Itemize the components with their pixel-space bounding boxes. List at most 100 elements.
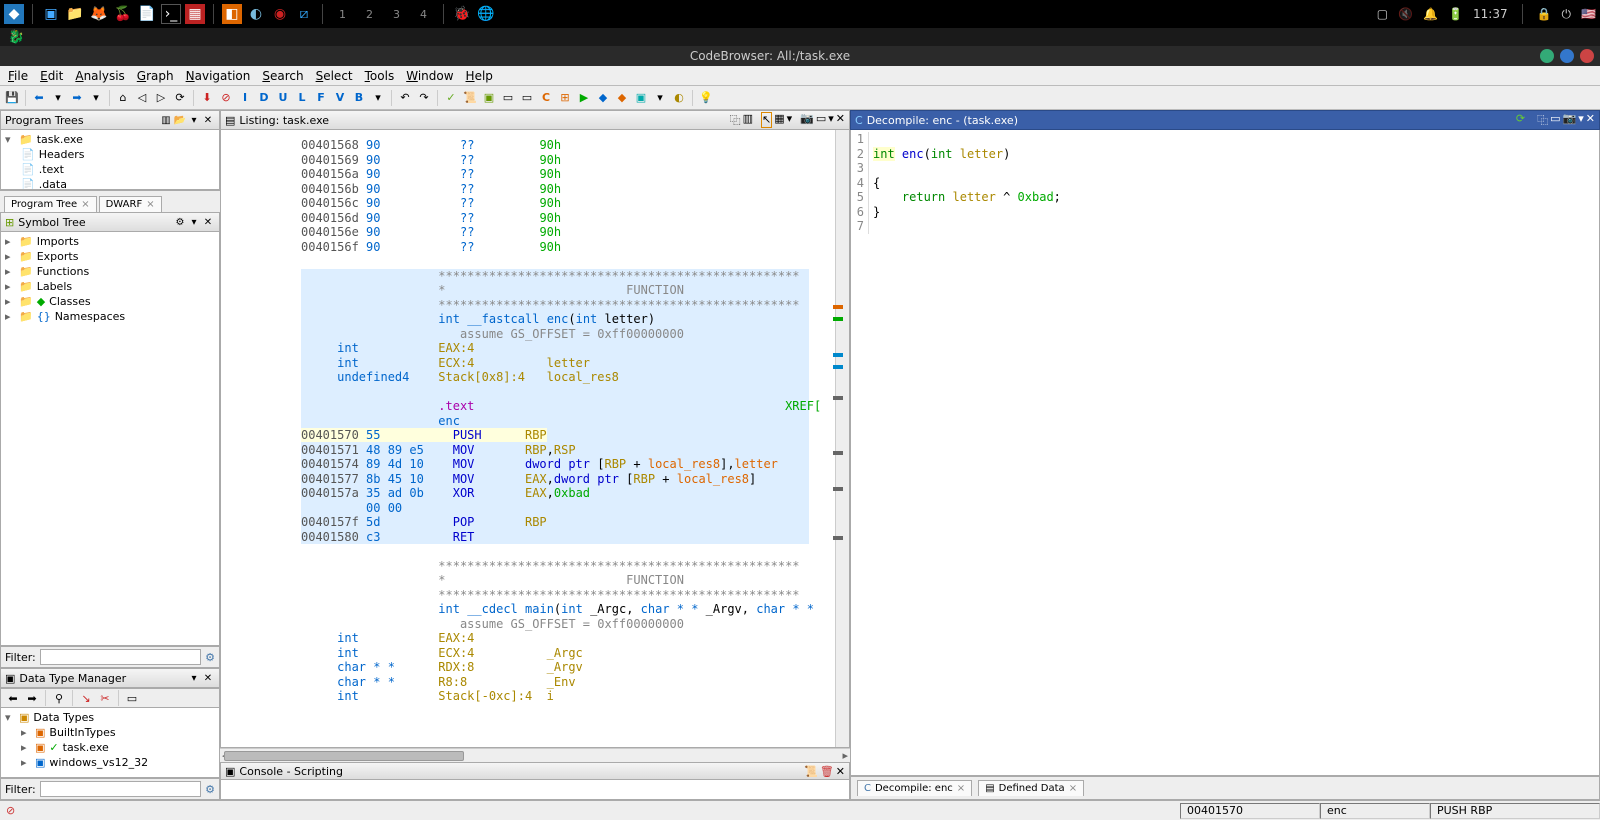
- diamond-icon[interactable]: ◆: [595, 90, 611, 106]
- menu-navigation[interactable]: Navigation: [186, 69, 251, 83]
- term2-icon[interactable]: ›_: [161, 4, 181, 24]
- dec-i3[interactable]: ▭: [1550, 112, 1560, 128]
- minimize-button[interactable]: [1540, 49, 1554, 63]
- dec-cam-icon[interactable]: 📷: [1563, 112, 1577, 128]
- close-icon[interactable]: ×: [146, 199, 154, 210]
- close-button[interactable]: [1580, 49, 1594, 63]
- down-icon[interactable]: ⬇: [199, 90, 215, 106]
- l-icon[interactable]: L: [294, 90, 310, 106]
- win2-icon[interactable]: ▭: [519, 90, 535, 106]
- cf-icon[interactable]: C: [538, 90, 554, 106]
- tab-dwarf[interactable]: DWARF×: [99, 196, 162, 212]
- close-icon[interactable]: ×: [81, 199, 89, 210]
- cyan-icon[interactable]: ▣: [633, 90, 649, 106]
- menu-search[interactable]: Search: [262, 69, 303, 83]
- u-icon[interactable]: U: [275, 90, 291, 106]
- prev-icon[interactable]: ◁: [134, 90, 150, 106]
- console-body[interactable]: [220, 780, 850, 800]
- back-menu-icon[interactable]: ▾: [50, 90, 66, 106]
- b-icon[interactable]: B: [351, 90, 367, 106]
- workspace-1[interactable]: 1: [331, 8, 354, 21]
- orange-icon[interactable]: ◧: [222, 4, 242, 24]
- pt-icon2[interactable]: 📂: [173, 113, 187, 127]
- win-icon[interactable]: ▭: [500, 90, 516, 106]
- dec-i5[interactable]: ▾: [1578, 112, 1584, 128]
- console-close-icon[interactable]: ✕: [836, 765, 845, 778]
- tree-root[interactable]: ▾📁task.exe: [3, 132, 217, 147]
- d-icon[interactable]: D: [256, 90, 272, 106]
- orange-diamond-icon[interactable]: ◆: [614, 90, 630, 106]
- back-icon[interactable]: ⬅: [31, 90, 47, 106]
- dtm-red-icon[interactable]: ↘: [78, 690, 94, 706]
- window-titlebar[interactable]: CodeBrowser: All:/task.exe: [0, 46, 1600, 66]
- dtm-filter-icon[interactable]: ⚲: [51, 690, 67, 706]
- lst-i2[interactable]: ▥: [743, 112, 753, 128]
- workspace-3[interactable]: 3: [385, 8, 408, 21]
- dtm-box-icon[interactable]: ▭: [124, 690, 140, 706]
- dec-i2[interactable]: ⿻: [1537, 112, 1548, 128]
- st-icon2[interactable]: ▾: [187, 215, 201, 229]
- menu-window[interactable]: Window: [406, 69, 453, 83]
- tree-item-text[interactable]: 📄.text: [3, 162, 217, 177]
- dtm-windows[interactable]: ▸▣windows_vs12_32: [3, 755, 217, 770]
- dtm-red2-icon[interactable]: ✂: [97, 690, 113, 706]
- bulb-icon[interactable]: 💡: [698, 90, 714, 106]
- cherry-icon[interactable]: 🍒: [113, 4, 133, 24]
- dtm-builtin[interactable]: ▸▣BuiltInTypes: [3, 725, 217, 740]
- refresh-icon[interactable]: ⟳: [172, 90, 188, 106]
- tray-sound-icon[interactable]: 🔇: [1398, 7, 1413, 21]
- play-icon[interactable]: ▶: [576, 90, 592, 106]
- console-i1[interactable]: 📜: [804, 765, 818, 778]
- menu-analysis[interactable]: Analysis: [75, 69, 124, 83]
- decompile-body[interactable]: 12int enc(int letter)34{5 return letter …: [850, 130, 1600, 776]
- doc-icon[interactable]: 📄: [137, 4, 157, 24]
- home-icon[interactable]: ⌂: [115, 90, 131, 106]
- lst-cam-icon[interactable]: 📷: [800, 112, 814, 128]
- bug-icon[interactable]: 🐞: [452, 4, 472, 24]
- f-icon[interactable]: F: [313, 90, 329, 106]
- devil-icon[interactable]: ◉: [270, 4, 290, 24]
- files-icon[interactable]: 📁: [65, 4, 85, 24]
- save-icon[interactable]: 💾: [4, 90, 20, 106]
- dtm-root[interactable]: ▾▣Data Types: [3, 710, 217, 725]
- filter-icon[interactable]: ⚙: [205, 783, 215, 796]
- lst-i7[interactable]: ▭: [816, 112, 826, 128]
- dtm-back-icon[interactable]: ⬅: [5, 690, 21, 706]
- close-icon[interactable]: ×: [1069, 783, 1077, 794]
- status-stop-icon[interactable]: ⊘: [6, 804, 22, 817]
- i-icon[interactable]: I: [237, 90, 253, 106]
- redo-icon[interactable]: ↷: [416, 90, 432, 106]
- dtm-menu-icon[interactable]: ▾: [187, 671, 201, 685]
- sym-labels[interactable]: ▸📁Labels: [3, 279, 217, 294]
- lst-i5[interactable]: ▾: [787, 112, 793, 128]
- filter-icon[interactable]: ⚙: [205, 651, 215, 664]
- sym-functions[interactable]: ▸📁Functions: [3, 264, 217, 279]
- menu-tools[interactable]: Tools: [365, 69, 395, 83]
- st-close-icon[interactable]: ✕: [201, 215, 215, 229]
- sym-namespaces[interactable]: ▸📁{}Namespaces: [3, 309, 217, 324]
- pt-icon1[interactable]: ▥: [159, 113, 173, 127]
- caret-icon[interactable]: ▾: [652, 90, 668, 106]
- workspace-4[interactable]: 4: [412, 8, 435, 21]
- tree-icon[interactable]: ⊞: [557, 90, 573, 106]
- dtm-fwd-icon[interactable]: ➡: [24, 690, 40, 706]
- dtm-task[interactable]: ▸▣✓task.exe: [3, 740, 217, 755]
- symbol-filter-input[interactable]: [40, 649, 201, 665]
- fwd-icon[interactable]: ➡: [69, 90, 85, 106]
- pt-icon3[interactable]: ▾: [187, 113, 201, 127]
- menu-edit[interactable]: Edit: [40, 69, 63, 83]
- listing-body[interactable]: 00401568 90 ?? 90h 00401569 90 ?? 90h 00…: [220, 130, 850, 748]
- sym-classes[interactable]: ▸📁◆Classes: [3, 294, 217, 309]
- tree-item-data[interactable]: 📄.data: [3, 177, 217, 190]
- tree-item-headers[interactable]: 📄Headers: [3, 147, 217, 162]
- tray-screen-icon[interactable]: ▢: [1377, 7, 1388, 21]
- firefox-icon[interactable]: 🦊: [89, 4, 109, 24]
- next-icon[interactable]: ▷: [153, 90, 169, 106]
- tray-power-icon[interactable]: ⏻: [1562, 7, 1572, 22]
- menu-select[interactable]: Select: [316, 69, 353, 83]
- vscode-icon[interactable]: ⧄: [294, 4, 314, 24]
- undo-icon[interactable]: ↶: [397, 90, 413, 106]
- lst-cursor-icon[interactable]: ↖: [761, 112, 772, 128]
- v-icon[interactable]: V: [332, 90, 348, 106]
- tab-defined-data[interactable]: ▤Defined Data×: [978, 780, 1084, 796]
